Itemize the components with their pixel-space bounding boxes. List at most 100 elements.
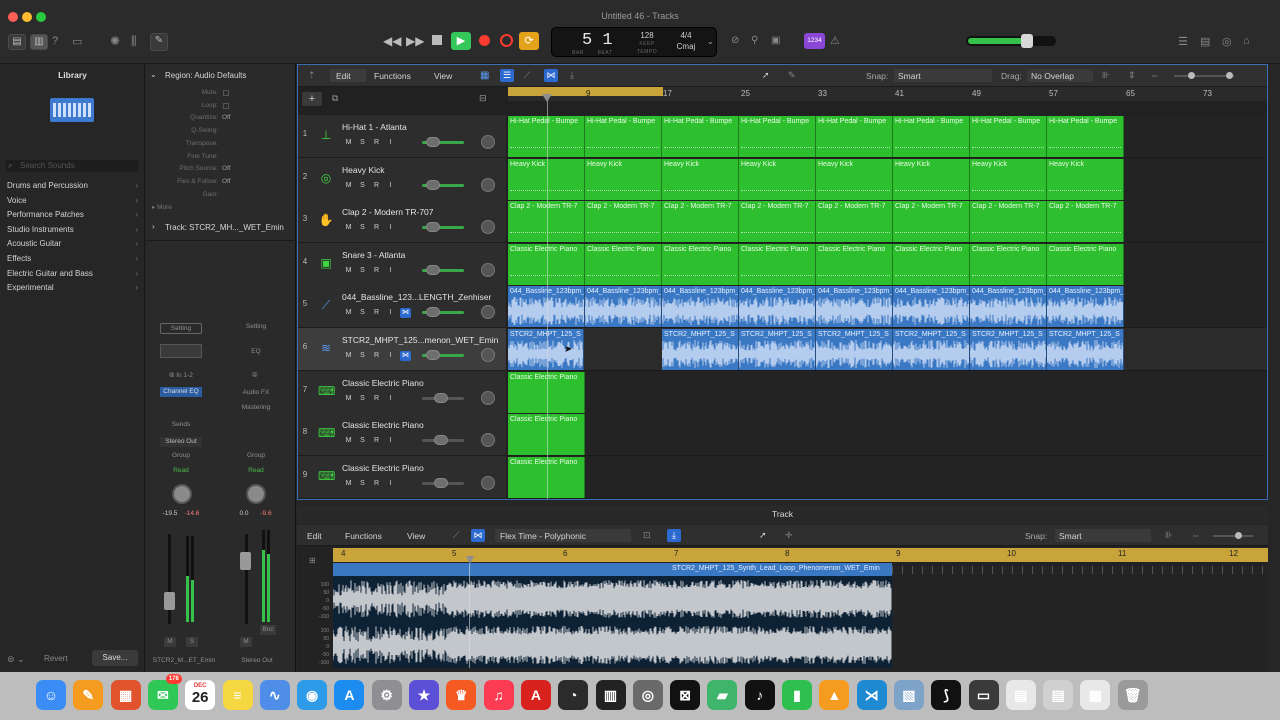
track-volume-thumb[interactable] bbox=[426, 179, 440, 190]
save-button[interactable]: Save... bbox=[92, 650, 138, 666]
track-record-enable-button[interactable]: R bbox=[371, 352, 382, 359]
library-search-input[interactable]: ⌕ Search Sounds bbox=[5, 160, 139, 172]
library-category-item[interactable]: Effects bbox=[7, 254, 31, 263]
functions-menu[interactable]: Functions bbox=[374, 71, 411, 81]
track-flex-icon[interactable]: ⋈ bbox=[400, 351, 411, 361]
track-name[interactable]: Heavy Kick bbox=[342, 165, 385, 175]
output-automation-mode[interactable]: Read bbox=[236, 467, 276, 474]
library-category-item[interactable]: Experimental bbox=[7, 283, 54, 292]
mixer-icon[interactable]: ⫼ bbox=[131, 34, 137, 49]
track-record-enable-button[interactable]: R bbox=[371, 309, 382, 316]
count-in-button[interactable]: 1234 bbox=[804, 33, 825, 49]
track-record-enable-button[interactable]: R bbox=[371, 182, 382, 189]
list-editors-icon[interactable]: ☰ bbox=[1178, 35, 1188, 48]
output-pan-knob[interactable] bbox=[246, 484, 266, 504]
automation-icon[interactable]: ⟋ bbox=[524, 70, 530, 81]
back-icon[interactable]: ⇡ bbox=[308, 70, 316, 81]
region[interactable]: STCR2_MHPT_125_S bbox=[739, 329, 816, 370]
track-pan-knob[interactable] bbox=[481, 475, 495, 490]
list-view-icon[interactable]: ☰ bbox=[500, 69, 514, 82]
region[interactable]: STCR2_MHPT_125_S bbox=[1047, 329, 1124, 370]
region-param-value[interactable]: Off bbox=[222, 114, 231, 121]
track-volume-thumb[interactable] bbox=[426, 350, 440, 360]
track-solo-button[interactable]: S bbox=[357, 139, 368, 146]
editor-loop-icon[interactable]: ⊞ bbox=[309, 556, 316, 565]
toolbar-toggle-icon[interactable]: ▭ bbox=[72, 35, 82, 48]
waveform-zoom-icon[interactable]: ⊪ bbox=[1102, 70, 1110, 81]
track-pan-knob[interactable] bbox=[481, 262, 495, 277]
region[interactable]: Classic Electric Piano bbox=[1047, 243, 1124, 285]
track-solo-button[interactable]: S bbox=[357, 309, 368, 316]
region[interactable]: 044_Bassline_123bpm_Em_-_WAVELENGTH bbox=[1047, 286, 1124, 328]
output-slot[interactable]: Stereo Out bbox=[160, 437, 202, 447]
track-solo-button[interactable]: S bbox=[357, 267, 368, 274]
track-record-enable-button[interactable]: R bbox=[371, 437, 382, 444]
region[interactable]: Clap 2 - Modern TR-7 bbox=[662, 201, 739, 243]
input-slot[interactable]: ⦾ In 1-2 bbox=[160, 372, 202, 380]
volume-fader[interactable] bbox=[164, 592, 175, 610]
editor-flex-icon[interactable]: ⋈ bbox=[471, 529, 485, 542]
track-mute-button[interactable]: M bbox=[343, 352, 354, 359]
editor-functions-menu[interactable]: Functions bbox=[345, 531, 382, 541]
track-lane[interactable]: Classic Electric Piano bbox=[508, 370, 1267, 414]
editor-snap-dropdown[interactable]: Smart bbox=[1055, 529, 1151, 542]
region[interactable]: Heavy Kick bbox=[1047, 158, 1124, 200]
region[interactable]: Clap 2 - Modern TR-7 bbox=[739, 201, 816, 243]
track-input-monitor-button[interactable]: I bbox=[385, 395, 396, 402]
track-record-enable-button[interactable]: R bbox=[371, 139, 382, 146]
track-record-enable-button[interactable]: R bbox=[371, 267, 382, 274]
launchpad-icon[interactable]: ▦ bbox=[110, 680, 141, 710]
browser-icon[interactable]: ⌂ bbox=[1243, 35, 1250, 47]
document-icon[interactable]: ▤ bbox=[1005, 680, 1036, 710]
capture-recording-button[interactable] bbox=[500, 34, 513, 47]
calendar-icon[interactable]: DEC 26 bbox=[185, 680, 216, 710]
track-pan-knob[interactable] bbox=[481, 348, 495, 362]
track-mute-button[interactable]: M bbox=[343, 267, 354, 274]
mastering-slot[interactable]: Mastering bbox=[234, 404, 278, 411]
view-menu[interactable]: View bbox=[434, 71, 452, 81]
region[interactable]: Heavy Kick bbox=[970, 158, 1047, 200]
output-link-icon[interactable]: ⦾ bbox=[252, 372, 258, 380]
freeform-icon[interactable]: ∿ bbox=[259, 680, 290, 710]
region-param-value[interactable]: Off bbox=[222, 165, 231, 172]
track-solo-button[interactable]: S bbox=[357, 437, 368, 444]
audio-fx-slot[interactable]: Audio FX bbox=[236, 389, 276, 396]
capcut-icon[interactable]: ⊠ bbox=[670, 680, 701, 710]
disk-utility-icon[interactable]: ◎ bbox=[632, 680, 663, 710]
track-header[interactable]: 4 ▣ Snare 3 - Atlanta M S R I bbox=[298, 242, 506, 286]
channel-eq-slot[interactable]: Channel EQ bbox=[160, 387, 202, 397]
region[interactable]: STCR2_MHPT_125_S bbox=[508, 329, 584, 370]
strip-setting-button[interactable]: Setting bbox=[160, 323, 202, 334]
record-button[interactable] bbox=[479, 35, 490, 46]
region-param-checkbox[interactable] bbox=[223, 102, 229, 109]
metronome-icon[interactable]: ⚠ bbox=[830, 34, 840, 47]
flex-icon[interactable]: ⋈ bbox=[544, 69, 558, 82]
zoom-slider-thumb-2[interactable] bbox=[1226, 72, 1233, 79]
region[interactable]: Heavy Kick bbox=[893, 158, 970, 200]
keynote-icon[interactable]: ▲ bbox=[819, 680, 850, 710]
track-lane[interactable]: 044_Bassline_123bpm_Em_-_WAVELENGTH 044_B… bbox=[508, 285, 1267, 329]
library-category-item[interactable]: Electric Guitar and Bass bbox=[7, 269, 93, 278]
region[interactable]: 044_Bassline_123bpm_Em_-_WAVELENGTH bbox=[739, 286, 816, 328]
track-header[interactable]: 1 ⊥ Hi-Hat 1 - Atlanta M S R I bbox=[298, 115, 506, 158]
track-header[interactable]: 6 ≋ STCR2_MHPT_125...menon_WET_Emin M S R I ⋈ bbox=[298, 328, 506, 371]
master-volume-thumb[interactable] bbox=[1021, 34, 1033, 48]
track-lane[interactable]: Clap 2 - Modern TR-7 Clap 2 - Modern TR-7… bbox=[508, 200, 1267, 244]
editor-pointer-tool-icon[interactable]: ➚ bbox=[759, 530, 767, 541]
region[interactable]: Clap 2 - Modern TR-7 bbox=[816, 201, 893, 243]
activity-monitor-icon[interactable]: ◔ bbox=[558, 680, 589, 710]
track-name[interactable]: 044_Bassline_123...LENGTH_Zenhiser bbox=[342, 292, 491, 302]
region[interactable]: Classic Electric Piano bbox=[662, 243, 739, 285]
output-mute-button[interactable]: M bbox=[240, 637, 252, 647]
editor-catch-icon[interactable]: ⤓ bbox=[667, 529, 681, 542]
track-volume-thumb[interactable] bbox=[426, 264, 440, 275]
region[interactable]: STCR2_MHPT_125_S bbox=[662, 329, 739, 370]
track-lane[interactable]: STCR2_MHPT_125_S STCR2_MHPT_125_S STCR2_MH… bbox=[508, 328, 1267, 371]
track-inspector-title[interactable]: Track: STCR2_MH..._WET_Emin bbox=[165, 223, 284, 232]
acrobat-icon[interactable]: A bbox=[520, 680, 551, 710]
lcd-dropdown-icon[interactable]: ⌄ bbox=[707, 37, 714, 46]
output-volume-fader[interactable] bbox=[240, 552, 251, 570]
catch-icon[interactable]: ⤓ bbox=[570, 70, 574, 81]
stop-button[interactable] bbox=[432, 35, 442, 45]
editor-waveform-area[interactable] bbox=[332, 576, 892, 668]
